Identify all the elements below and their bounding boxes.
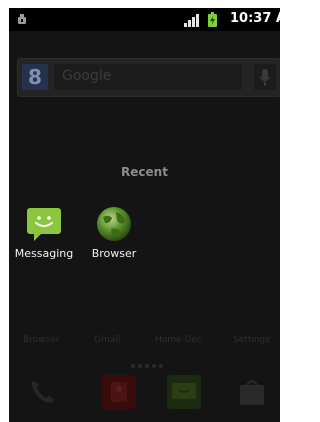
- recent-app-browser[interactable]: Browser: [82, 204, 146, 264]
- home-app-labels: Browser Gmail Home Dec Settings: [9, 335, 280, 351]
- recent-dialog-title: Recent: [121, 165, 168, 179]
- contacts-icon[interactable]: [102, 375, 136, 409]
- recent-app-label: Messaging: [14, 247, 74, 260]
- microphone-icon[interactable]: [254, 64, 276, 90]
- search-placeholder: Google: [62, 68, 112, 84]
- clock: 10:37 AM: [230, 11, 280, 26]
- battery-charging-icon: [208, 12, 217, 27]
- home-app-label[interactable]: Browser: [23, 335, 59, 345]
- google-search-icon: 8: [22, 64, 48, 90]
- home-app-label[interactable]: Home Dec: [155, 335, 202, 345]
- browser-globe-icon: [97, 207, 131, 241]
- messaging-icon: [27, 208, 61, 241]
- dock: [9, 367, 280, 421]
- search-field[interactable]: Google: [54, 64, 242, 90]
- phone-screen: 10:37 AM 8 Google Browser Gmail Home Dec…: [9, 8, 280, 422]
- home-app-label[interactable]: Settings: [233, 335, 270, 345]
- market-icon[interactable]: [235, 375, 269, 409]
- recent-app-label: Browser: [91, 247, 137, 260]
- page-indicator: [131, 353, 171, 368]
- recent-app-messaging[interactable]: Messaging: [12, 204, 76, 264]
- messaging-icon[interactable]: [167, 375, 201, 409]
- usb-debug-icon: [18, 14, 26, 24]
- signal-icon: [184, 14, 199, 27]
- home-app-label[interactable]: Gmail: [94, 335, 120, 345]
- phone-icon[interactable]: [25, 375, 59, 409]
- google-search-widget[interactable]: 8 Google: [17, 58, 280, 97]
- status-bar[interactable]: 10:37 AM: [9, 8, 280, 31]
